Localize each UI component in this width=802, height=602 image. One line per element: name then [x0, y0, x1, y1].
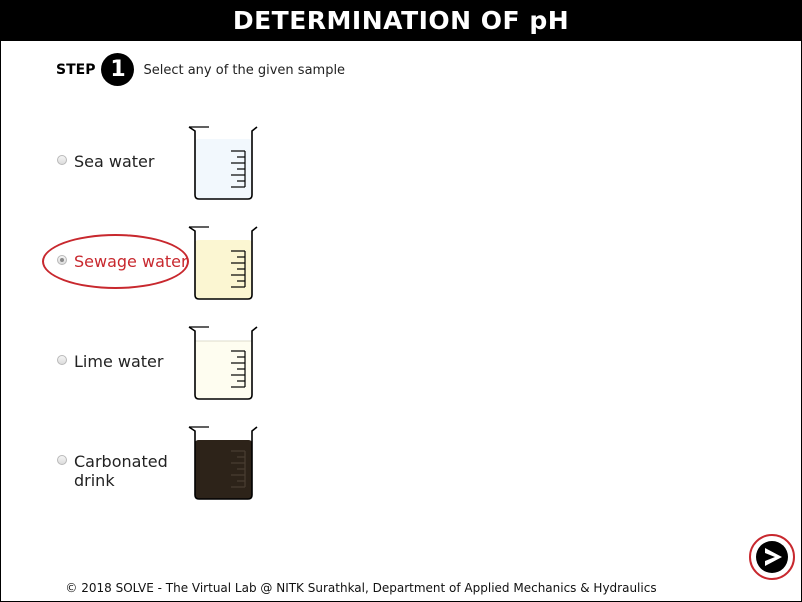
sample-label-sea-water[interactable]: Sea water: [74, 152, 154, 171]
beaker-liquid-lime-water: [194, 341, 253, 399]
next-button[interactable]: [749, 534, 795, 580]
radio-sea-water[interactable]: [57, 155, 67, 165]
sample-label-lime-water[interactable]: Lime water: [74, 352, 163, 371]
sample-label-carbonated-drink-line1[interactable]: Carbonated: [74, 452, 168, 471]
beaker-icon[interactable]: [187, 425, 259, 503]
beaker-icon[interactable]: [187, 325, 259, 403]
step-number-badge: 1: [101, 52, 135, 86]
arrow-right-icon: [765, 548, 782, 566]
step-label: STEP: [56, 62, 96, 78]
next-button-circle: [756, 541, 788, 573]
radio-carbonated-drink[interactable]: [57, 455, 67, 465]
sample-label-sewage-water[interactable]: Sewage water: [74, 252, 188, 271]
beaker-icon[interactable]: [187, 125, 259, 203]
page-title: DETERMINATION OF pH: [1, 1, 801, 41]
step-indicator: STEP 1 Select any of the given sample: [56, 52, 346, 86]
radio-lime-water[interactable]: [57, 355, 67, 365]
app-frame: DETERMINATION OF pH STEP 1 Select any of…: [0, 0, 802, 602]
step-instruction: Select any of the given sample: [143, 63, 346, 78]
radio-sewage-water[interactable]: [57, 255, 67, 265]
sample-label-carbonated-drink-line2[interactable]: drink: [74, 471, 115, 490]
beaker-icon[interactable]: [187, 225, 259, 303]
footer-copyright: © 2018 SOLVE - The Virtual Lab @ NITK Su…: [65, 581, 657, 595]
